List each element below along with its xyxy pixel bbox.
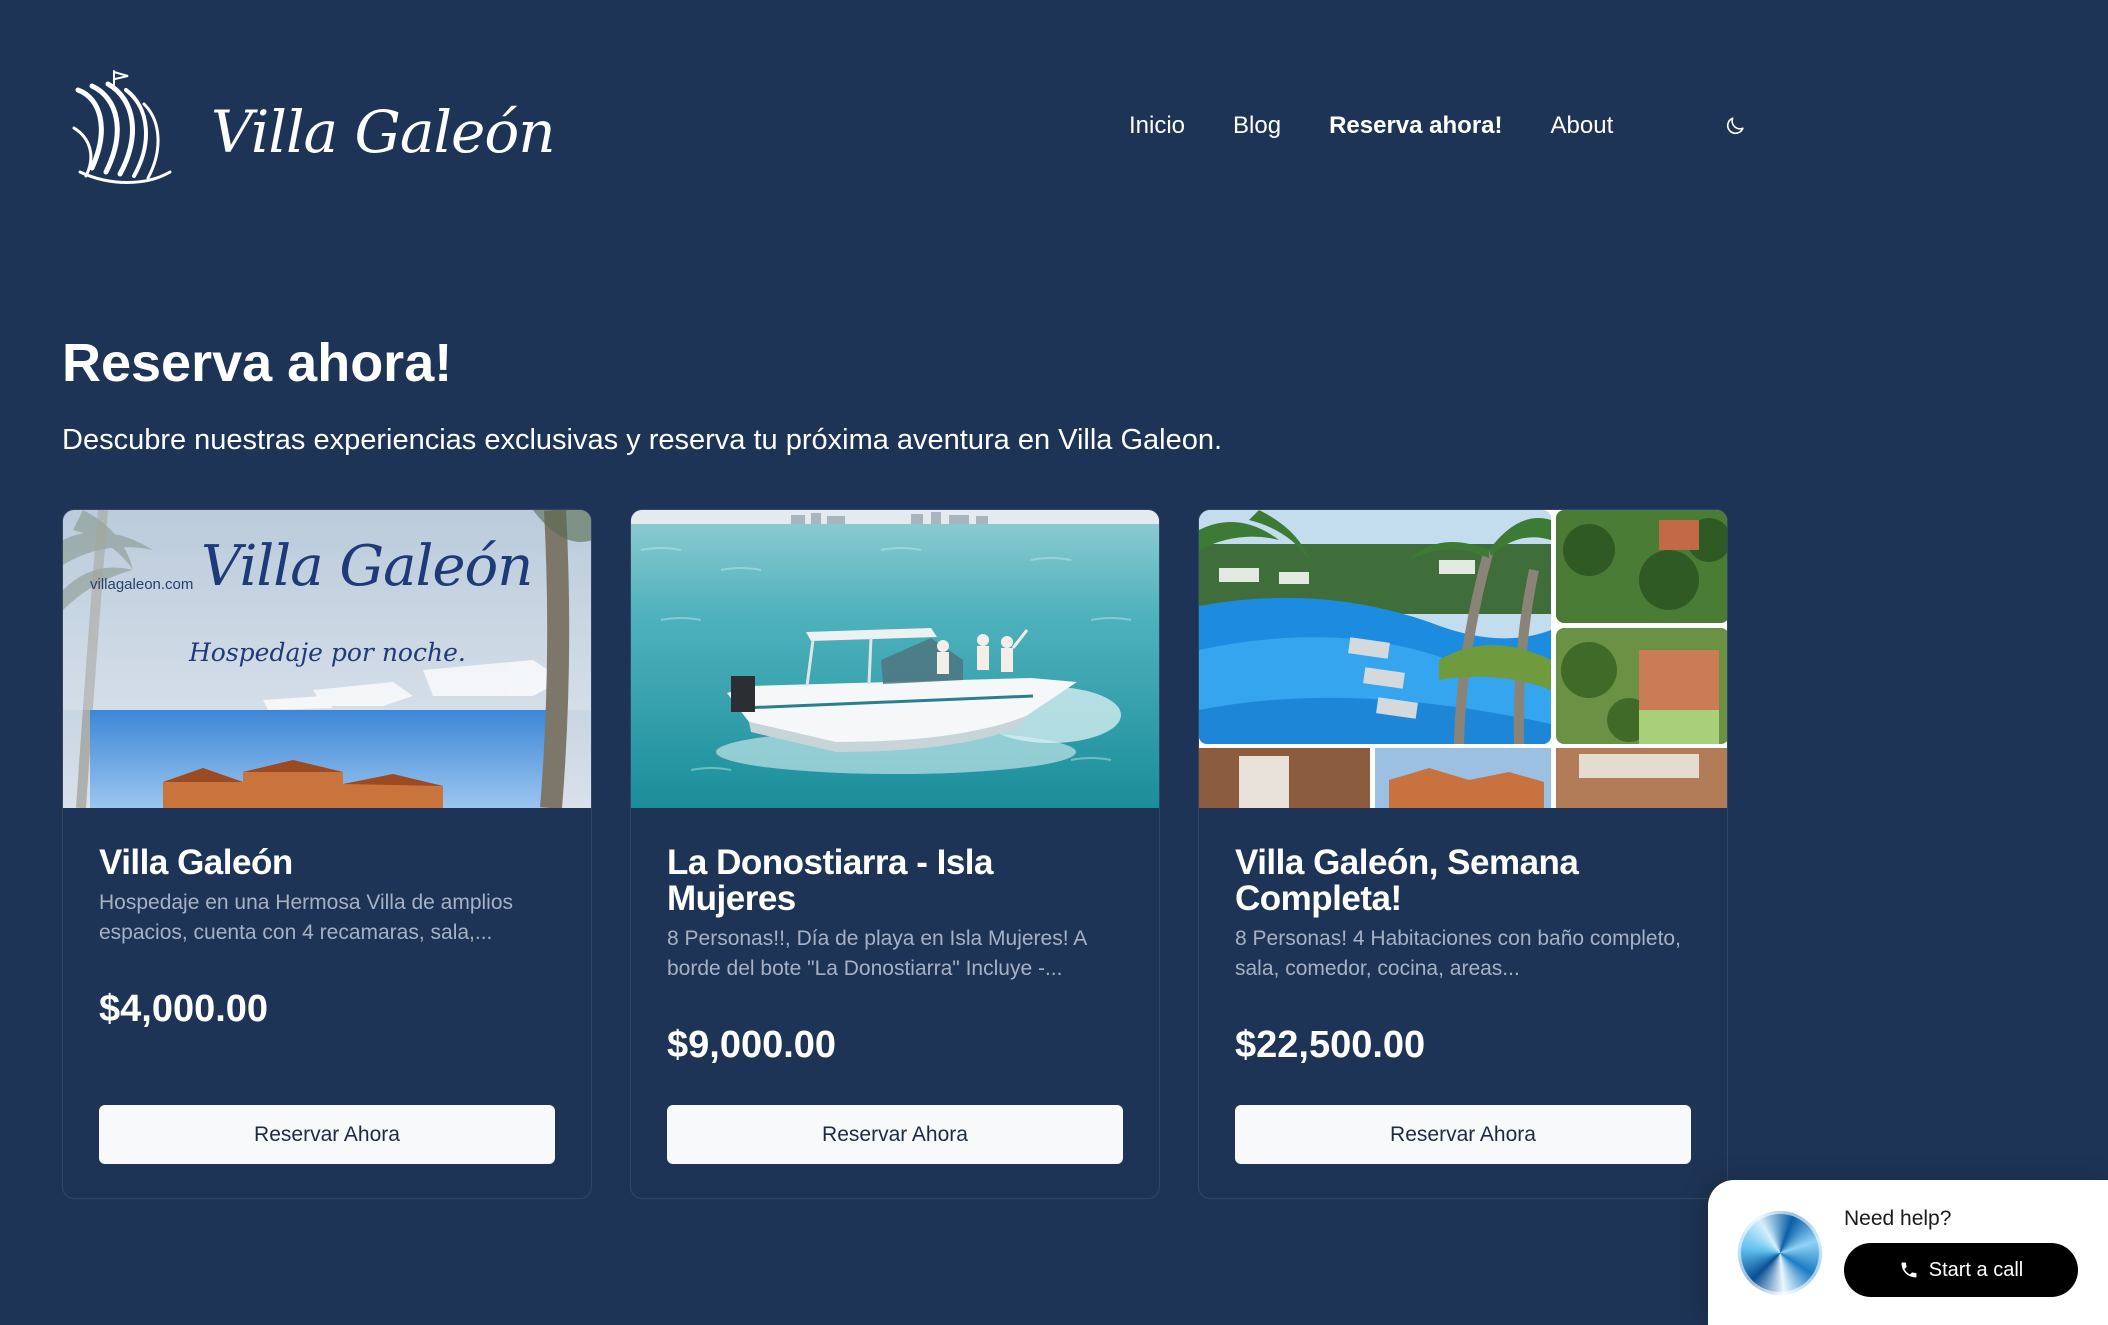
offer-cards: villagaleon.com Villa Galeón Hospedaje p… (62, 509, 1728, 1199)
villa-collage-photo (1199, 510, 1727, 808)
card-description: 8 Personas! 4 Habitaciones con baño comp… (1235, 927, 1681, 980)
image-title-text: Villa Galeón (201, 534, 533, 599)
assistant-avatar (1738, 1211, 1822, 1295)
image-site-text: villagaleon.com (90, 576, 194, 593)
boat-photo (631, 510, 1159, 808)
offer-card: La Donostiarra - Isla Mujeres 8 Personas… (630, 509, 1160, 1199)
nav-item-blog[interactable]: Blog (1233, 110, 1281, 142)
theme-toggle-button[interactable] (1723, 114, 1747, 138)
card-body: Villa Galeón Hospedaje en una Hermosa Vi… (63, 808, 591, 1198)
phone-icon (1901, 1262, 1917, 1278)
ship-icon (72, 69, 172, 184)
card-title: Villa Galeón, Semana Completa! (1235, 843, 1579, 918)
card-image (1199, 510, 1727, 808)
nav-item-inicio[interactable]: Inicio (1129, 110, 1185, 142)
card-body: La Donostiarra - Isla Mujeres 8 Personas… (631, 808, 1159, 1198)
card-price: $9,000.00 (667, 1024, 837, 1066)
help-widget: Need help? Start a call (1708, 1180, 2108, 1325)
card-price: $22,500.00 (1235, 1024, 1426, 1066)
card-image: villagaleon.com Villa Galeón Hospedaje p… (63, 510, 591, 808)
moon-icon (1727, 117, 1744, 135)
page-title: Reserva ahora! (62, 333, 453, 393)
reserve-button[interactable]: Reservar Ahora (667, 1105, 1123, 1164)
reservation-page: Villa Galeón Inicio Blog Reserva ahora! … (0, 0, 2108, 1325)
start-call-button[interactable]: Start a call (1844, 1243, 2078, 1297)
help-prompt: Need help? (1844, 1207, 1952, 1230)
nav-item-reserva[interactable]: Reserva ahora! (1329, 110, 1502, 142)
card-description: Hospedaje en una Hermosa Villa de amplio… (99, 891, 514, 944)
offer-card: villagaleon.com Villa Galeón Hospedaje p… (62, 509, 592, 1199)
brand-logo-link[interactable]: Villa Galeón (70, 67, 556, 185)
start-call-label: Start a call (1928, 1258, 2024, 1281)
card-title: Villa Galeón (99, 843, 293, 882)
offer-card: Villa Galeón, Semana Completa! 8 Persona… (1198, 509, 1728, 1199)
page-subtitle: Descubre nuestras experiencias exclusiva… (62, 424, 1223, 456)
image-tagline-text: Hospedaje por noche. (189, 638, 466, 667)
card-price: $4,000.00 (99, 988, 269, 1030)
main-nav: Inicio Blog Reserva ahora! About (1129, 110, 1747, 142)
nav-item-about[interactable]: About (1551, 110, 1614, 142)
card-description: 8 Personas!!, Día de playa en Isla Mujer… (667, 927, 1087, 980)
reserve-button[interactable]: Reservar Ahora (1235, 1105, 1691, 1164)
card-image (631, 510, 1159, 808)
brand-name: Villa Galeón (211, 98, 556, 166)
card-title: La Donostiarra - Isla Mujeres (667, 843, 993, 918)
reserve-button[interactable]: Reservar Ahora (99, 1105, 555, 1164)
card-body: Villa Galeón, Semana Completa! 8 Persona… (1199, 808, 1727, 1198)
